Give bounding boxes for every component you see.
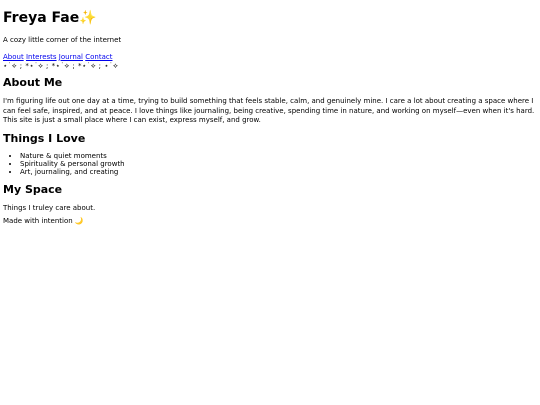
nav-link-journal[interactable]: Journal [59, 53, 83, 61]
footer-text: Made with intention [3, 217, 73, 226]
space-section: My Space Things I truley care about. [3, 183, 537, 213]
site-tagline: A cozy little corner of the internet [3, 36, 122, 44]
about-text: I'm figuring life out one day at a time,… [3, 97, 535, 125]
list-item: Spirituality & personal growth [20, 160, 537, 168]
about-heading: About Me [3, 76, 63, 90]
decorative-divider: ⋆˙⟡ ; *⋆˙⟡ ; *⋆˙⟡ ; *⋆˙⟡ ; ⋆˙⟡ [3, 61, 119, 70]
sparkles-icon: ✨ [79, 10, 97, 26]
space-heading: My Space [3, 182, 63, 196]
site-footer: Made with intention 🌙 [3, 217, 537, 226]
main-nav: About Interests Journal Contact [3, 53, 537, 62]
site-title: Freya Fae✨ [3, 0, 537, 26]
site-header: Freya Fae✨ A cozy little corner of the i… [3, 0, 537, 70]
about-section: About Me I'm figuring life out one day a… [3, 76, 537, 126]
site-title-text: Freya Fae [3, 10, 80, 26]
list-item: Nature & quiet moments [20, 152, 537, 160]
nav-link-contact[interactable]: Contact [85, 53, 112, 61]
space-text: Things I truley care about. [3, 203, 96, 212]
nav-link-about[interactable]: About [3, 53, 24, 61]
things-list: Nature & quiet moments Spirituality & pe… [3, 152, 537, 177]
things-section: Things I Love Nature & quiet moments Spi… [3, 132, 537, 177]
moon-icon: 🌙 [74, 217, 84, 226]
page: Freya Fae✨ A cozy little corner of the i… [0, 0, 540, 226]
list-item: Art, journaling, and creating [20, 168, 537, 176]
nav-link-interests[interactable]: Interests [26, 53, 57, 61]
things-heading: Things I Love [3, 131, 86, 145]
